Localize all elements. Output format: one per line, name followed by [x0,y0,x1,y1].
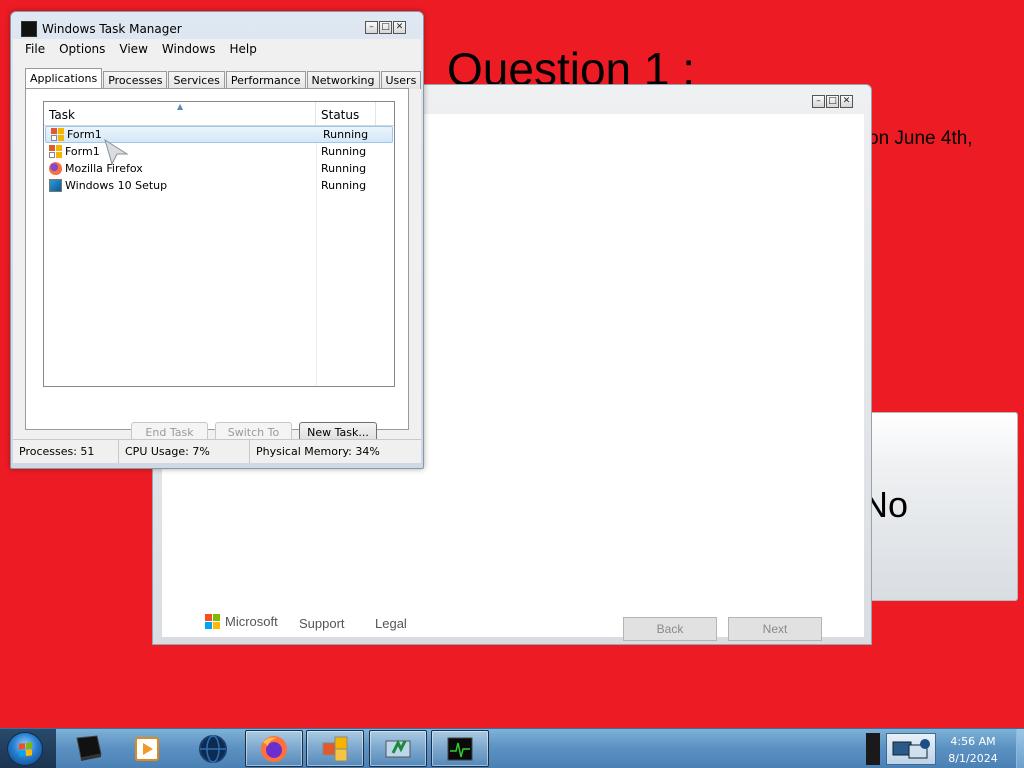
taskbar-clock[interactable]: 4:56 AM 8/1/2024 [936,733,1010,767]
taskbar-form-app[interactable] [306,730,364,767]
clock-time: 4:56 AM [950,735,996,748]
tab-networking[interactable]: Networking [306,71,380,89]
question-text: on June 4th, [868,128,973,149]
taskbar-windows-setup[interactable] [369,730,427,767]
menu-help[interactable]: Help [229,42,256,56]
taskbar-task-manager[interactable] [431,730,489,767]
taskbar-firefox[interactable] [245,730,303,767]
task-manager-window: Windows Task Manager – □ ✕ File Options … [10,11,424,469]
task-name: Form1 [67,128,102,141]
menu-bar: File Options View Windows Help [13,39,421,59]
table-row[interactable]: Windows 10 Setup Running [44,177,394,194]
back-button[interactable]: Back [623,617,717,641]
windows-setup-icon [385,739,411,757]
tab-services[interactable]: Services [168,71,225,89]
form-app-icon [51,128,64,141]
network-monitor-icon [892,739,930,759]
task-status: Running [321,179,367,192]
taskbar-media-player[interactable] [118,730,176,767]
list-header: Task Status ▲ [44,102,394,126]
menu-view[interactable]: View [119,42,147,56]
task-status: Running [321,145,367,158]
sort-ascending-icon: ▲ [177,102,184,111]
task-status: Running [323,128,369,141]
windows-setup-icon [49,179,62,192]
window-title: Windows Task Manager [42,22,182,36]
maximize-icon[interactable]: □ [379,21,392,34]
tab-applications[interactable]: Applications [25,68,103,90]
black-monitor-icon [76,734,102,761]
maximize-icon[interactable]: □ [826,95,839,108]
minimize-icon[interactable]: – [812,95,825,108]
task-name: Form1 [65,145,100,158]
tab-strip: Applications Processes Services Performa… [25,67,422,90]
processes-count: Processes: 51 [13,440,119,463]
tm-caption-buttons: – □ ✕ [365,21,406,34]
form-app-icon [322,736,348,761]
tray-app-thumbnail[interactable] [886,733,936,765]
physical-memory: Physical Memory: 34% [256,445,380,458]
close-icon[interactable]: ✕ [393,21,406,34]
task-manager-icon [447,737,473,760]
form-app-icon [49,145,62,158]
taskbar-globe-app[interactable] [184,730,242,767]
show-desktop-button[interactable] [1016,729,1024,768]
tab-processes[interactable]: Processes [103,71,168,89]
taskbar: 4:56 AM 8/1/2024 [0,728,1024,768]
firefox-icon [49,162,62,175]
globe-icon [199,734,227,763]
task-list[interactable]: Task Status ▲ Form1 Running Form1 Runnin… [43,101,395,387]
microsoft-logo-icon [205,614,220,629]
tab-performance[interactable]: Performance [225,71,306,89]
windows-orb-icon [19,742,33,757]
status-bar: Processes: 51 CPU Usage: 7% Physical Mem… [13,439,421,463]
menu-windows[interactable]: Windows [162,42,216,56]
setup-caption-buttons: – □ ✕ [812,95,853,108]
legal-link[interactable]: Legal [375,616,407,631]
support-link[interactable]: Support [299,616,345,631]
taskbar-task-view[interactable] [59,730,117,767]
next-button[interactable]: Next [728,617,822,641]
task-manager-icon [21,21,37,37]
applications-panel: Task Status ▲ Form1 Running Form1 Runnin… [25,88,409,443]
mouse-cursor-icon [104,139,128,165]
column-header-status[interactable]: Status [316,102,376,125]
media-player-icon [135,736,159,761]
cpu-usage: CPU Usage: 7% [119,440,250,463]
close-icon[interactable]: ✕ [840,95,853,108]
microsoft-wordmark: Microsoft [225,614,278,629]
task-name: Windows 10 Setup [65,179,168,192]
microsoft-logo: Microsoft [205,614,278,629]
start-button[interactable] [7,732,43,766]
tray-overflow-icon[interactable] [866,733,880,765]
tab-users[interactable]: Users [380,71,422,89]
table-row[interactable]: Form1 Running [44,143,394,160]
table-row[interactable]: Form1 Running [45,126,393,143]
minimize-icon[interactable]: – [365,21,378,34]
task-status: Running [321,162,367,175]
tm-body: Applications Processes Services Performa… [13,59,422,443]
menu-options[interactable]: Options [59,42,105,56]
menu-file[interactable]: File [25,42,45,56]
clock-date: 8/1/2024 [948,752,998,765]
title-bar[interactable]: Windows Task Manager [21,21,182,37]
firefox-icon [261,735,287,762]
table-row[interactable]: Mozilla Firefox Running [44,160,394,177]
